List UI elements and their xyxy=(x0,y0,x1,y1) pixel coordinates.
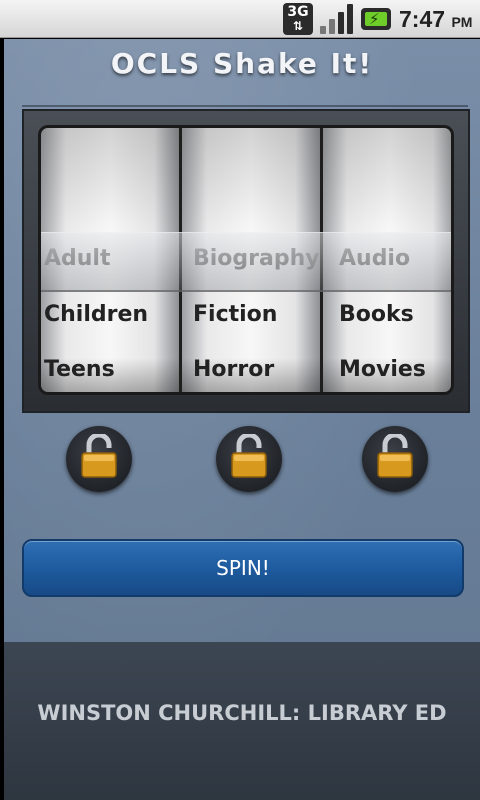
slot-machine: Adult Children Teens Biography Fiction H… xyxy=(22,109,470,413)
reel-item: Horror xyxy=(193,357,275,382)
lock-open-icon xyxy=(81,434,117,478)
reel-item: Children xyxy=(44,302,149,327)
result-text: WINSTON CHURCHILL: LIBRARY ED xyxy=(37,701,447,725)
reel-1[interactable]: Adult Children Teens xyxy=(41,128,179,392)
result-panel: WINSTON CHURCHILL: LIBRARY ED xyxy=(4,642,480,800)
reel-item: Movies xyxy=(339,357,426,382)
reel-item: Fiction xyxy=(193,302,278,327)
title-divider xyxy=(22,105,468,107)
status-bar: 3G ⇅ 7:47 PM xyxy=(0,0,480,38)
signal-icon xyxy=(320,4,353,34)
reels: Adult Children Teens Biography Fiction H… xyxy=(38,125,454,395)
reel-3[interactable]: Audio Books Movies xyxy=(323,128,451,392)
lock-button-2[interactable] xyxy=(216,426,282,492)
clock-ampm: PM xyxy=(451,14,473,30)
spin-button[interactable]: SPIN! xyxy=(22,539,464,597)
reel-item: Books xyxy=(339,302,414,327)
lock-open-icon xyxy=(377,434,413,478)
app-screen: OCLS Shake It! Adult Children Teens Biog… xyxy=(4,39,480,800)
lock-button-3[interactable] xyxy=(362,426,428,492)
reel-2[interactable]: Biography Fiction Horror xyxy=(182,128,320,392)
clock-time: 7:47 xyxy=(399,6,446,32)
clock: 7:47 PM xyxy=(399,6,472,34)
network-label: 3G xyxy=(287,4,309,20)
reel-item: Audio xyxy=(339,246,411,271)
reel-item: Biography xyxy=(193,246,320,271)
app-title: OCLS Shake It! xyxy=(110,47,374,80)
data-arrows-icon: ⇅ xyxy=(292,19,304,33)
lock-button-1[interactable] xyxy=(66,426,132,492)
network-3g-icon: 3G ⇅ xyxy=(283,3,313,35)
lock-open-icon xyxy=(231,434,267,478)
reel-item: Adult xyxy=(44,246,111,271)
reel-item: Teens xyxy=(44,357,115,382)
battery-charging-icon xyxy=(361,8,391,30)
